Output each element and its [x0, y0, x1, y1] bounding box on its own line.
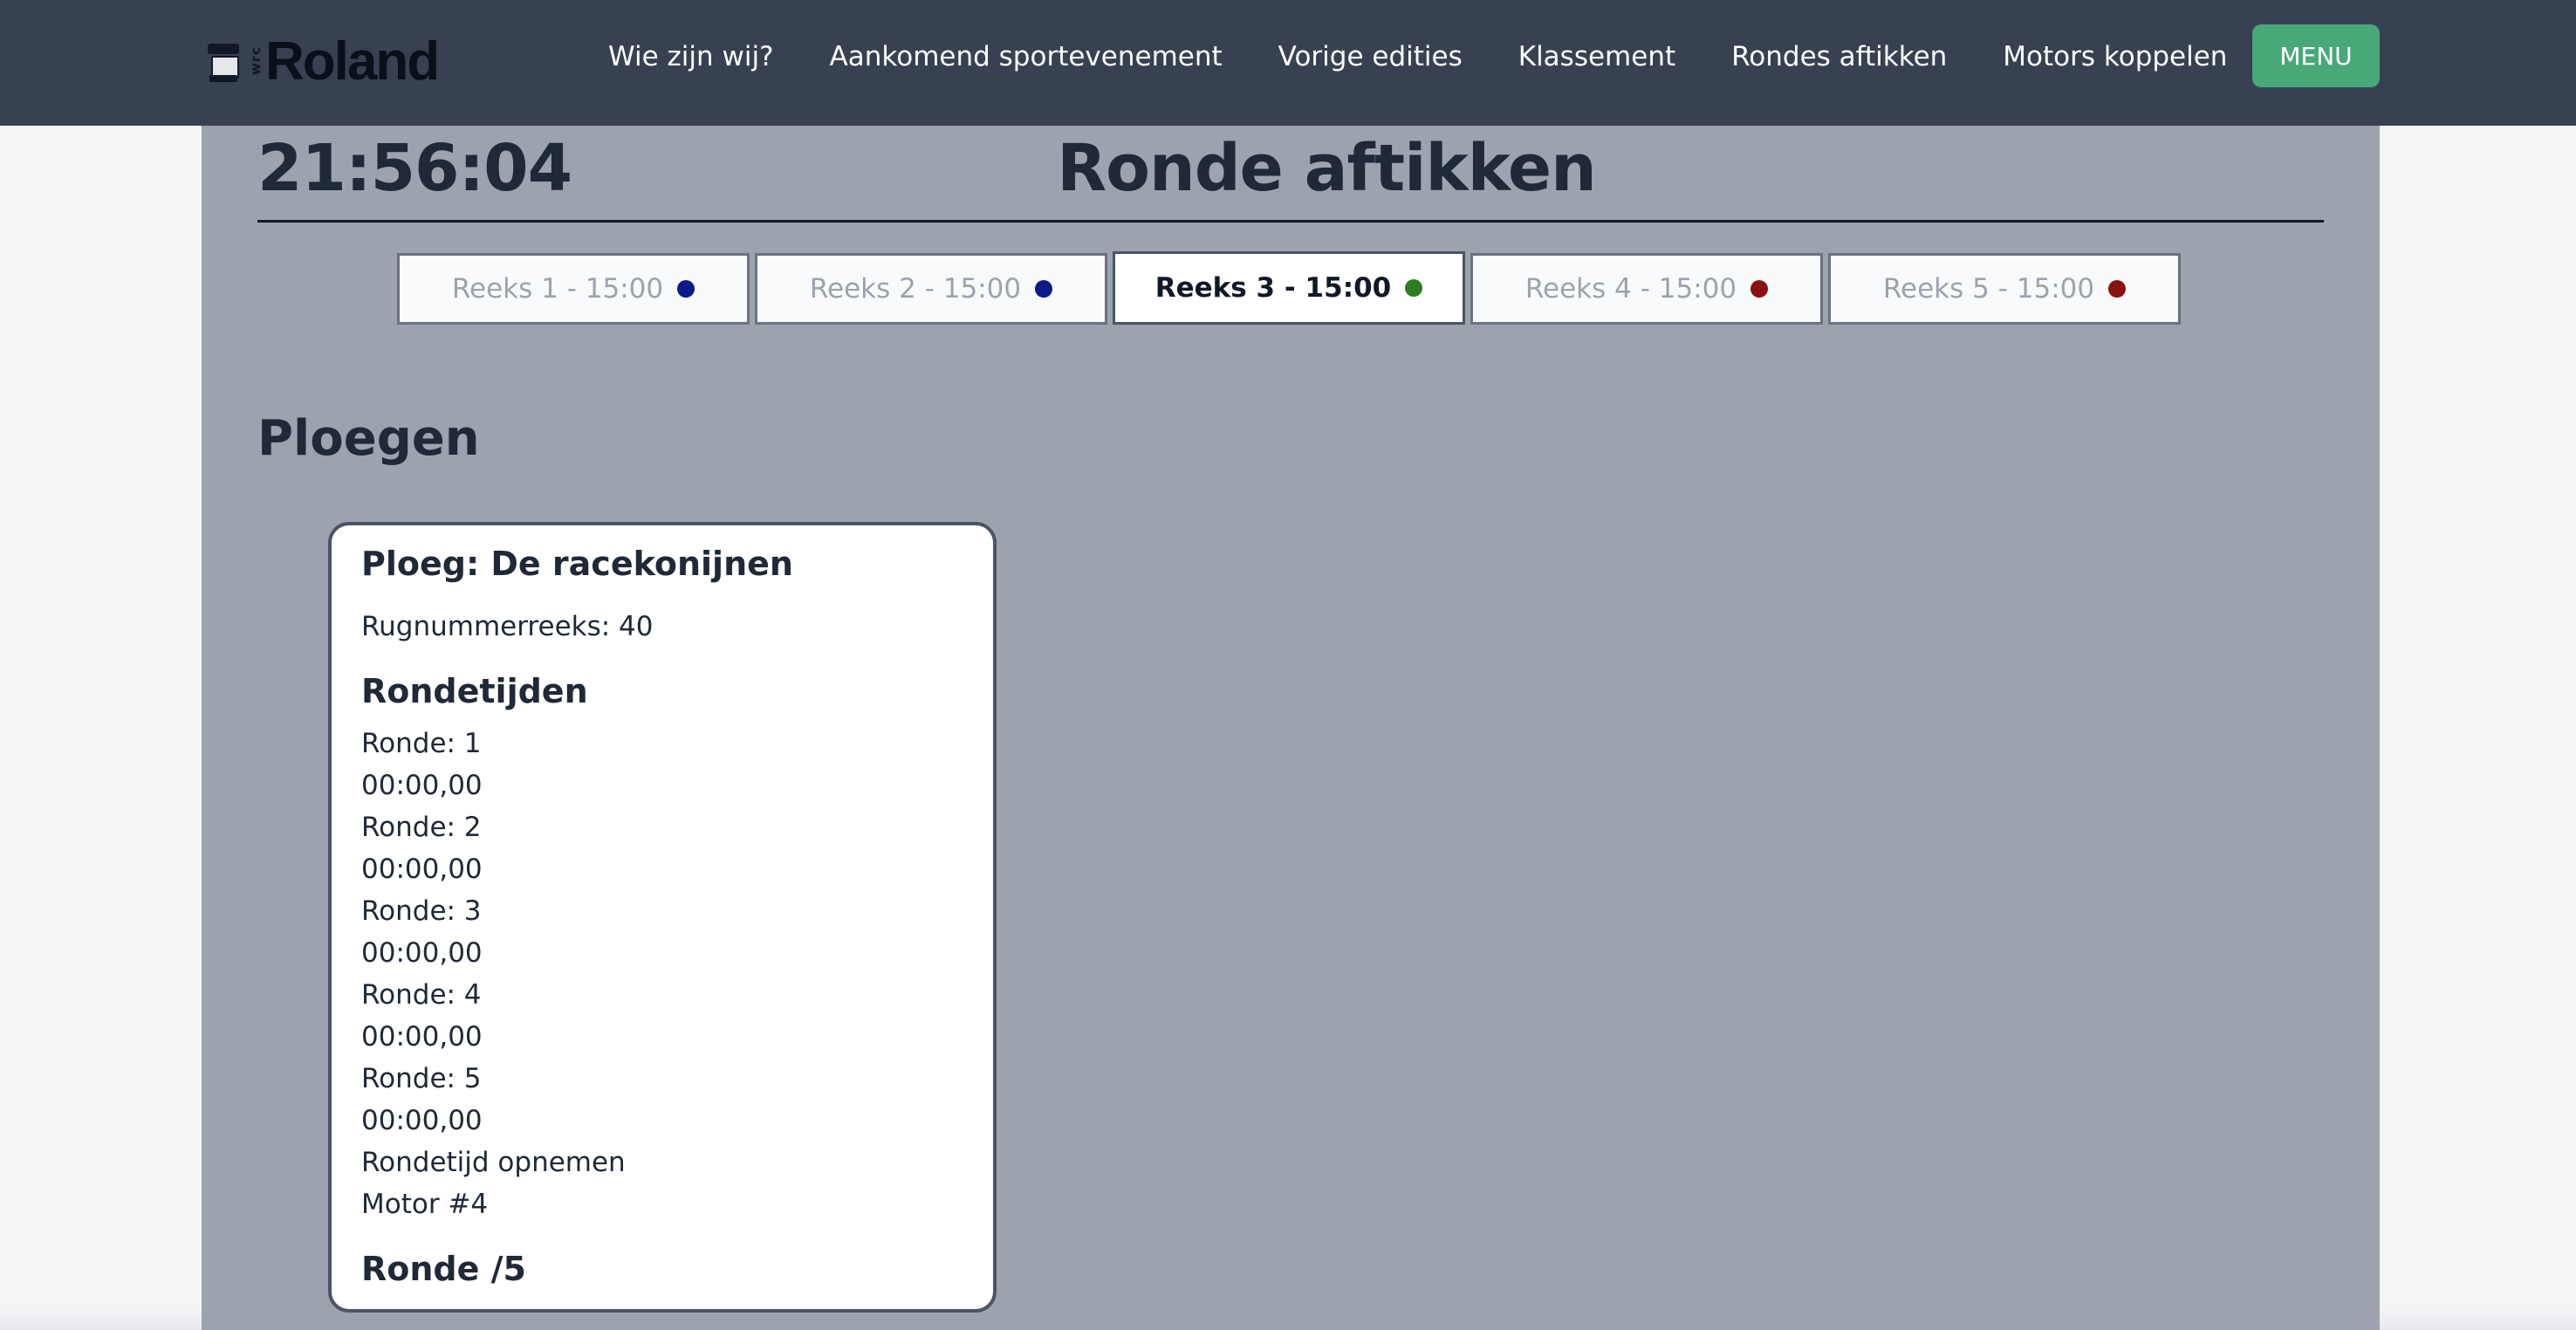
nav-link-rondes-aftikken[interactable]: Rondes aftikken: [1731, 41, 1947, 72]
title-divider: [257, 220, 2324, 223]
lap-label: Ronde: 3: [361, 895, 482, 927]
status-dot-icon: [1405, 279, 1423, 297]
bib-series: Rugnummerreeks: 40: [361, 611, 654, 642]
tab-label: Reeks 1 - 15:00: [451, 273, 664, 305]
nav-link-wie-zijn-wij[interactable]: Wie zijn wij?: [608, 41, 774, 72]
record-lap-button[interactable]: Rondetijd opnemen: [361, 1147, 626, 1178]
status-dot-icon: [2108, 280, 2127, 298]
tab-reeks-4[interactable]: Reeks 4 - 15:00: [1470, 253, 1823, 325]
lap-label: Ronde: 5: [361, 1063, 482, 1094]
tab-reeks-1[interactable]: Reeks 1 - 15:00: [397, 253, 750, 325]
motor-label: Motor #4: [361, 1189, 489, 1220]
tab-label: Reeks 5 - 15:00: [1882, 273, 2095, 305]
logo-small-text: wrc: [248, 46, 264, 76]
nav-link-vorige-edities[interactable]: Vorige edities: [1278, 41, 1463, 72]
lap-time: 00:00,00: [361, 1021, 483, 1052]
nav-link-klassement[interactable]: Klassement: [1518, 41, 1675, 72]
menu-button[interactable]: MENU: [2252, 24, 2380, 87]
tab-label: Reeks 3 - 15:00: [1154, 272, 1392, 304]
tab-reeks-3[interactable]: Reeks 3 - 15:00: [1113, 251, 1465, 325]
status-dot-icon: [1750, 280, 1769, 298]
tab-reeks-5[interactable]: Reeks 5 - 15:00: [1828, 253, 2181, 325]
logo-text: Roland: [265, 31, 440, 92]
lap-label: Ronde: 4: [361, 979, 482, 1011]
laps-heading: Rondetijden: [361, 672, 588, 710]
lap-label: Ronde: 2: [361, 812, 482, 843]
nav-link-aankomend-sportevenement[interactable]: Aankomend sportevenement: [830, 41, 1223, 72]
page-title: Ronde aftikken: [1057, 131, 1597, 206]
tab-label: Reeks 2 - 15:00: [809, 273, 1022, 305]
top-navbar: wrc Roland Wie zijn wij? Aankomend sport…: [0, 0, 2576, 126]
lap-time: 00:00,00: [361, 1105, 483, 1136]
clock: 21:56:04: [257, 131, 572, 206]
lap-label: Ronde: 1: [361, 728, 482, 759]
robot-logo-icon: [204, 40, 243, 82]
lap-time: 00:00,00: [361, 770, 483, 801]
tab-label: Reeks 4 - 15:00: [1524, 273, 1737, 305]
status-dot-icon: [1035, 280, 1053, 298]
lap-time: 00:00,00: [361, 937, 483, 969]
lap-time: 00:00,00: [361, 854, 483, 885]
nav-links: Wie zijn wij? Aankomend sportevenement V…: [608, 0, 2227, 113]
tab-reeks-2[interactable]: Reeks 2 - 15:00: [755, 253, 1107, 325]
team-title: Ploeg: De racekonijnen: [361, 545, 793, 583]
site-logo[interactable]: wrc Roland: [204, 31, 440, 92]
section-title: Ploegen: [257, 410, 480, 467]
status-dot-icon: [677, 280, 695, 298]
team-card: Ploeg: De racekonijnen Rugnummerreeks: 4…: [328, 522, 997, 1313]
lap-counter: Ronde /5: [361, 1250, 526, 1288]
nav-link-motors-koppelen[interactable]: Motors koppelen: [2003, 41, 2227, 72]
